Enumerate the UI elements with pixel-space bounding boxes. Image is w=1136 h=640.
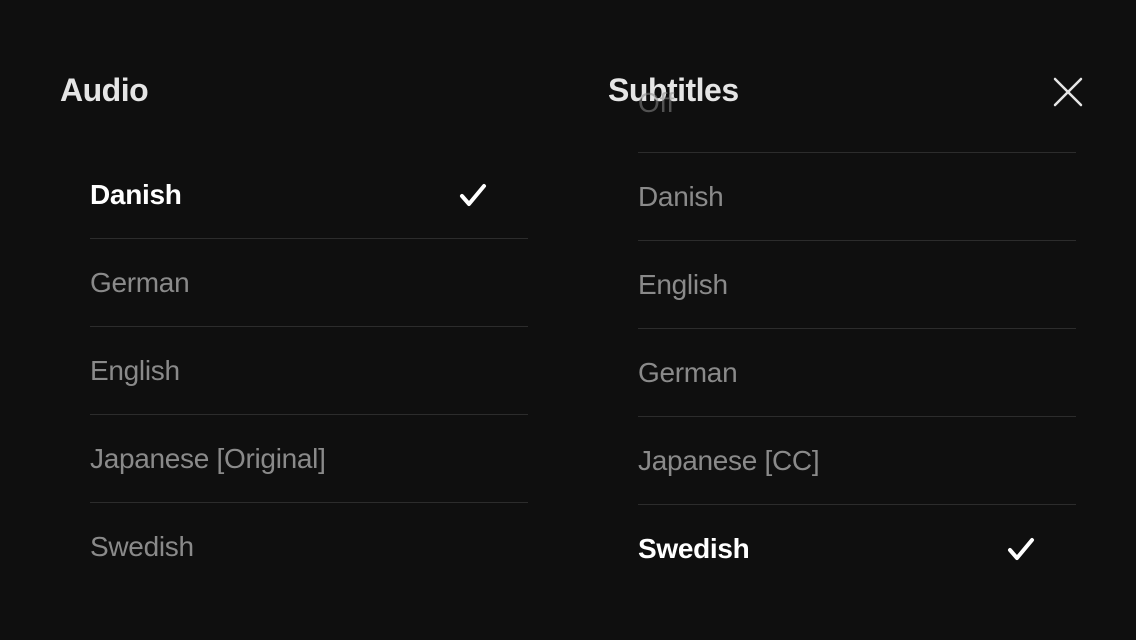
audio-option[interactable]: Danish xyxy=(90,151,528,239)
subtitles-column: Subtitles Off Danish English German Japanese… xyxy=(608,72,1076,640)
close-button[interactable] xyxy=(1048,72,1088,112)
audio-option[interactable]: English xyxy=(90,327,528,415)
audio-option-label: Danish xyxy=(90,179,182,211)
check-icon xyxy=(1006,534,1036,564)
audio-column: Audio Danish German English Japanese [Origi… xyxy=(60,72,528,640)
subtitles-option[interactable]: German xyxy=(638,329,1076,417)
subtitles-option[interactable]: Japanese [CC] xyxy=(638,417,1076,505)
audio-option[interactable]: Japanese [Original] xyxy=(90,415,528,503)
close-icon xyxy=(1051,75,1085,109)
subtitles-option[interactable]: Off xyxy=(638,109,1076,153)
subtitles-option-label: Danish xyxy=(638,181,723,213)
subtitles-option-label: English xyxy=(638,269,728,301)
audio-option-label: Swedish xyxy=(90,531,194,563)
audio-option-label: German xyxy=(90,267,189,299)
subtitles-option[interactable]: English xyxy=(638,241,1076,329)
subtitles-option[interactable]: Danish xyxy=(638,153,1076,241)
subtitles-option-label: Swedish xyxy=(638,533,750,565)
subtitles-heading: Subtitles xyxy=(608,72,1076,109)
subtitles-option-label: Japanese [CC] xyxy=(638,445,819,477)
audio-option[interactable]: Swedish xyxy=(90,503,528,591)
check-icon xyxy=(458,180,488,210)
audio-option-label: English xyxy=(90,355,180,387)
subtitles-option-label: Off xyxy=(638,87,674,119)
subtitles-option-label: German xyxy=(638,357,737,389)
subtitles-option-list: Off Danish English German Japanese [CC] Swedi… xyxy=(608,109,1076,593)
audio-heading: Audio xyxy=(60,72,528,109)
subtitles-option[interactable]: Swedish xyxy=(638,505,1076,593)
audio-option-label: Japanese [Original] xyxy=(90,443,326,475)
audio-option-list: Danish German English Japanese [Original] Sw… xyxy=(60,151,528,591)
audio-option[interactable]: German xyxy=(90,239,528,327)
